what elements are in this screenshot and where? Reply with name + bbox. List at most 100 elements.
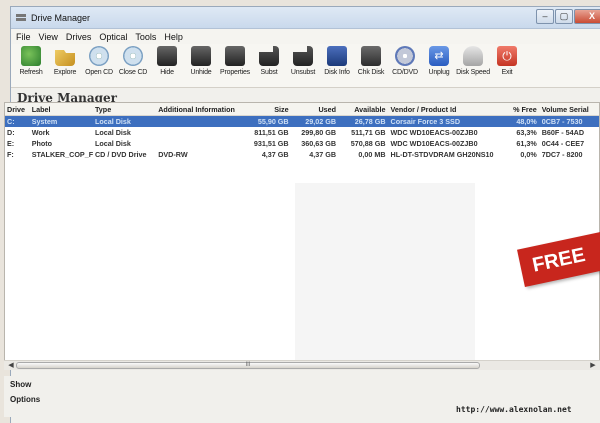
cell-size: 4,37 GB bbox=[261, 150, 289, 159]
cell-available: 26,78 GB bbox=[354, 117, 386, 126]
cell-type: Local Disk bbox=[94, 128, 131, 137]
check-disk-icon bbox=[361, 46, 381, 66]
table-row[interactable]: F: STALKER_COP_F CD / DVD Drive DVD-RW 4,37 … bbox=[5, 149, 599, 160]
unsubst-icon bbox=[293, 46, 313, 66]
minimize-button[interactable]: ‒ bbox=[536, 9, 554, 24]
menu-file[interactable]: File bbox=[12, 32, 35, 42]
properties-button[interactable]: Properties bbox=[219, 46, 251, 76]
disk-speed-button[interactable]: Disk Speed bbox=[456, 46, 490, 76]
disk-info-icon bbox=[327, 46, 347, 66]
cell-serial: 0C44 - CEE7 bbox=[541, 139, 585, 148]
scroll-thumb[interactable]: III bbox=[16, 362, 480, 369]
column-used[interactable]: Used bbox=[292, 105, 339, 114]
maximize-button[interactable]: ▢ bbox=[555, 9, 573, 24]
menu-tools[interactable]: Tools bbox=[131, 32, 160, 42]
cell-label: System bbox=[31, 117, 58, 126]
bottom-panel: Show Options http://www.alexnolan.net bbox=[4, 376, 600, 417]
cell-label: Photo bbox=[31, 139, 53, 148]
cell-free: 48,0% bbox=[516, 117, 537, 126]
column-free[interactable]: % Free bbox=[506, 105, 540, 114]
subst-button[interactable]: Subst bbox=[253, 46, 285, 76]
menu-view[interactable]: View bbox=[35, 32, 62, 42]
unplug-button[interactable]: Unplug bbox=[423, 46, 455, 76]
cd-dvd-button[interactable]: CD/DVD bbox=[389, 46, 421, 76]
unhide-button[interactable]: Unhide bbox=[185, 46, 217, 76]
cell-serial: 0CB7 - 7530 bbox=[541, 117, 583, 126]
exit-button[interactable]: Exit bbox=[491, 46, 523, 76]
column-available[interactable]: Available bbox=[339, 105, 388, 114]
cd-open-icon bbox=[89, 46, 109, 66]
explore-button[interactable]: Explore bbox=[49, 46, 81, 76]
cd-close-icon bbox=[123, 46, 143, 66]
column-vendor[interactable]: Vendor / Product Id bbox=[389, 105, 507, 114]
cell-size: 931,51 GB bbox=[253, 139, 289, 148]
disk-speed-icon bbox=[463, 46, 483, 66]
cell-drive: D: bbox=[7, 128, 15, 137]
unhide-drive-icon bbox=[191, 46, 211, 66]
column-drive[interactable]: Drive bbox=[5, 105, 30, 114]
app-icon bbox=[15, 12, 27, 24]
hide-button[interactable]: Hide bbox=[151, 46, 183, 76]
table-row[interactable]: D: Work Local Disk 811,51 GB 299,80 GB 511,71… bbox=[5, 127, 599, 138]
hide-drive-icon bbox=[157, 46, 177, 66]
disk-info-button[interactable]: Disk Info bbox=[321, 46, 353, 76]
column-additional-info[interactable]: Additional Information bbox=[156, 105, 237, 114]
column-label[interactable]: Label bbox=[30, 105, 93, 114]
show-link[interactable]: Show bbox=[10, 380, 600, 389]
menu-drives[interactable]: Drives bbox=[62, 32, 96, 42]
open-cd-button[interactable]: Open CD bbox=[83, 46, 115, 76]
cell-vendor: Corsair Force 3 SSD bbox=[390, 117, 461, 126]
menu-bar: File View Drives Optical Tools Help bbox=[11, 29, 600, 44]
window-title: Drive Manager bbox=[31, 12, 91, 23]
cell-size: 55,90 GB bbox=[257, 117, 289, 126]
cd-dvd-icon bbox=[395, 46, 415, 66]
menu-help[interactable]: Help bbox=[160, 32, 187, 42]
background-smudge bbox=[295, 183, 475, 368]
cell-used: 299,80 GB bbox=[301, 128, 337, 137]
properties-icon bbox=[225, 46, 245, 66]
drive-list[interactable]: Drive Label Type Additional Information … bbox=[4, 102, 600, 370]
column-serial[interactable]: Volume Serial bbox=[540, 105, 599, 114]
cell-type: CD / DVD Drive bbox=[94, 150, 147, 159]
cell-available: 570,88 GB bbox=[350, 139, 386, 148]
close-cd-button[interactable]: Close CD bbox=[117, 46, 149, 76]
table-row[interactable]: C: System Local Disk 55,90 GB 29,02 GB 26,78 … bbox=[5, 116, 599, 127]
refresh-icon bbox=[21, 46, 41, 66]
column-type[interactable]: Type bbox=[93, 105, 156, 114]
cell-vendor: WDC WD10EACS-00ZJB0 bbox=[390, 128, 478, 137]
table-row[interactable]: E: Photo Local Disk 931,51 GB 360,63 GB 570,8… bbox=[5, 138, 599, 149]
exit-icon bbox=[497, 46, 517, 66]
list-header: Drive Label Type Additional Information … bbox=[5, 103, 599, 116]
refresh-button[interactable]: Refresh bbox=[15, 46, 47, 76]
cell-label: STALKER_COP_F bbox=[31, 150, 93, 159]
title-bar: Drive Manager ‒ ▢ X bbox=[11, 7, 600, 29]
options-link[interactable]: Options bbox=[10, 395, 600, 404]
toolbar: Refresh Explore Open CD Close CD Hide Un… bbox=[11, 44, 600, 88]
cell-drive: E: bbox=[7, 139, 15, 148]
unsubst-button[interactable]: Unsubst bbox=[287, 46, 319, 76]
cell-vendor: WDC WD10EACS-00ZJB0 bbox=[390, 139, 478, 148]
close-button[interactable]: X bbox=[574, 9, 600, 24]
cell-vendor: HL-DT-STDVDRAM GH20NS10 bbox=[390, 150, 494, 159]
column-size[interactable]: Size bbox=[237, 105, 291, 114]
cell-used: 360,63 GB bbox=[301, 139, 337, 148]
cell-info: DVD-RW bbox=[158, 150, 188, 159]
cell-used: 29,02 GB bbox=[305, 117, 337, 126]
scroll-right-arrow[interactable]: ▶ bbox=[588, 361, 598, 370]
cell-size: 811,51 GB bbox=[254, 128, 289, 137]
cell-type: Local Disk bbox=[94, 139, 131, 148]
cell-free: 0,0% bbox=[520, 150, 537, 159]
cell-drive: F: bbox=[7, 150, 14, 159]
drive-rows: C: System Local Disk 55,90 GB 29,02 GB 26,78 … bbox=[5, 116, 599, 160]
chk-disk-button[interactable]: Chk Disk bbox=[355, 46, 387, 76]
cell-serial: B60F - 54AD bbox=[541, 128, 585, 137]
subst-icon bbox=[259, 46, 279, 66]
cell-type: Local Disk bbox=[94, 117, 131, 126]
website-url[interactable]: http://www.alexnolan.net bbox=[456, 405, 572, 414]
scroll-left-arrow[interactable]: ◀ bbox=[6, 361, 16, 370]
cell-available: 511,71 GB bbox=[351, 128, 386, 137]
menu-optical[interactable]: Optical bbox=[95, 32, 131, 42]
horizontal-scrollbar[interactable]: ◀ III ▶ bbox=[4, 360, 600, 370]
cell-drive: C: bbox=[7, 117, 15, 126]
cell-used: 4,37 GB bbox=[309, 150, 337, 159]
